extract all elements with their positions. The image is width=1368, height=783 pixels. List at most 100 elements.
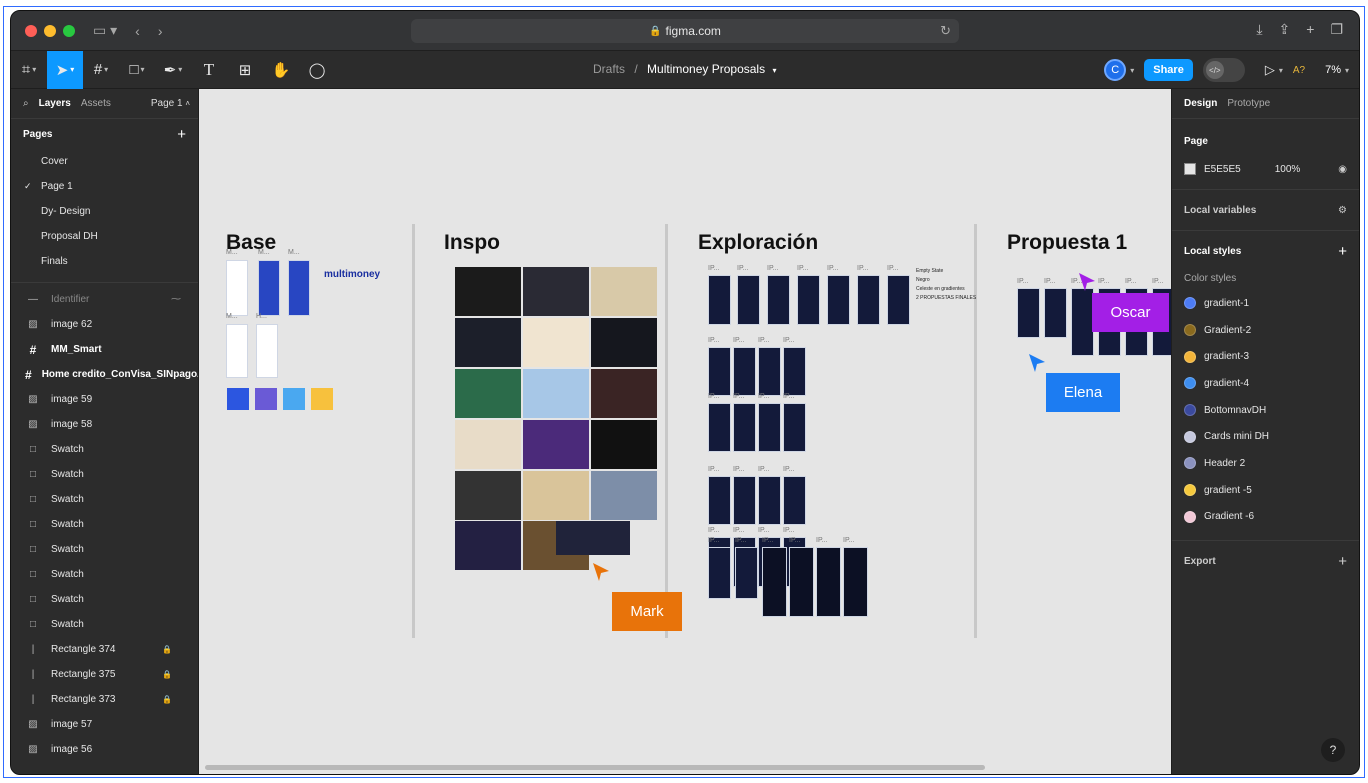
design-frame[interactable] bbox=[735, 547, 758, 599]
layer-item[interactable]: □ Swatch bbox=[11, 487, 198, 512]
dev-mode-toggle[interactable]: </> bbox=[1202, 58, 1245, 82]
layer-item[interactable]: □ Swatch bbox=[11, 537, 198, 562]
page-item[interactable]: Cover bbox=[11, 149, 198, 174]
layer-item[interactable]: # MM_Smart bbox=[11, 337, 198, 362]
add-page-icon[interactable]: + bbox=[177, 126, 186, 143]
design-frame[interactable] bbox=[708, 547, 731, 599]
layer-item[interactable]: ▨ image 57 bbox=[11, 712, 198, 737]
hand-tool-icon[interactable]: ✋ bbox=[263, 51, 299, 89]
canvas[interactable]: Base Inspo Exploración Propuesta 1 M... … bbox=[199, 89, 1171, 774]
inspo-thumbnail[interactable] bbox=[455, 267, 521, 316]
design-frame[interactable] bbox=[783, 347, 806, 396]
color-style-item[interactable]: gradient-1 bbox=[1184, 290, 1347, 317]
design-frame[interactable] bbox=[1071, 288, 1094, 356]
layer-item[interactable]: ▨ image 62 bbox=[11, 312, 198, 337]
layer-item[interactable]: ▨ image 56 bbox=[11, 737, 198, 762]
move-tool-icon[interactable]: ➤ ▾ bbox=[47, 50, 83, 89]
section-divider[interactable] bbox=[412, 224, 415, 638]
color-style-item[interactable]: gradient -5 bbox=[1184, 477, 1347, 504]
section-title-inspo[interactable]: Inspo bbox=[444, 231, 500, 255]
close-window-button[interactable] bbox=[25, 24, 37, 37]
page-opacity-value[interactable]: 100% bbox=[1275, 164, 1301, 175]
page-color-swatch[interactable] bbox=[1184, 163, 1196, 175]
design-frame[interactable] bbox=[708, 347, 731, 396]
tab-prototype[interactable]: Prototype bbox=[1227, 98, 1270, 109]
lock-icon[interactable]: 🔒 bbox=[162, 695, 172, 704]
frame-tool-icon[interactable]: # ▾ bbox=[83, 51, 119, 89]
inspo-thumbnail[interactable] bbox=[455, 471, 521, 520]
page-item[interactable]: Proposal DH bbox=[11, 224, 198, 249]
layer-item[interactable]: □ Swatch bbox=[11, 462, 198, 487]
color-style-item[interactable]: Header 2 bbox=[1184, 450, 1347, 477]
resources-icon[interactable]: ⊞ bbox=[227, 51, 263, 89]
back-arrow-icon[interactable]: ‹ bbox=[135, 23, 140, 39]
design-frame[interactable] bbox=[783, 476, 806, 525]
design-frame[interactable] bbox=[708, 275, 731, 325]
inspo-thumbnail[interactable] bbox=[591, 369, 657, 418]
file-name[interactable]: Multimoney Proposals bbox=[647, 62, 765, 76]
tab-overview-icon[interactable]: ❐ bbox=[1330, 21, 1343, 38]
design-frame[interactable] bbox=[708, 476, 731, 525]
design-frame[interactable] bbox=[767, 275, 790, 325]
color-style-item[interactable]: gradient-3 bbox=[1184, 343, 1347, 370]
download-icon[interactable]: ⤓ bbox=[1256, 21, 1262, 38]
page-item[interactable]: Dy- Design bbox=[11, 199, 198, 224]
layer-item[interactable]: □ Swatch bbox=[11, 612, 198, 637]
add-export-icon[interactable]: + bbox=[1338, 553, 1347, 570]
chevron-down-icon[interactable]: ▾ bbox=[772, 66, 776, 75]
color-style-item[interactable]: Gradient -6 bbox=[1184, 504, 1347, 531]
inspo-thumbnail[interactable] bbox=[455, 420, 521, 469]
layer-item[interactable]: □ Swatch bbox=[11, 562, 198, 587]
color-swatch[interactable] bbox=[227, 388, 249, 410]
inspo-thumbnail[interactable] bbox=[455, 369, 521, 418]
inspo-thumbnail[interactable] bbox=[591, 267, 657, 316]
design-frame[interactable] bbox=[843, 547, 868, 617]
inspo-thumbnail[interactable] bbox=[591, 420, 657, 469]
chevron-down-icon[interactable]: ▾ bbox=[1130, 66, 1134, 75]
reload-icon[interactable]: ↻ bbox=[940, 23, 951, 39]
inspo-thumbnail[interactable] bbox=[523, 420, 589, 469]
search-icon[interactable]: ⌕ bbox=[23, 98, 29, 109]
layer-item[interactable]: □ Swatch bbox=[11, 437, 198, 462]
local-variables-section[interactable]: Local variables ⚙ bbox=[1172, 190, 1359, 231]
page-background-row[interactable]: E5E5E5 100% ◉ bbox=[1184, 161, 1347, 177]
chevron-down-icon[interactable]: ▾ bbox=[1345, 66, 1349, 75]
color-swatch[interactable] bbox=[283, 388, 305, 410]
design-frame[interactable] bbox=[758, 403, 781, 452]
maximize-window-button[interactable] bbox=[63, 24, 75, 37]
forward-arrow-icon[interactable]: › bbox=[158, 23, 163, 39]
design-frame[interactable] bbox=[758, 347, 781, 396]
design-frame[interactable] bbox=[797, 275, 820, 325]
layer-item[interactable]: ▨ image 58 bbox=[11, 412, 198, 437]
text-tool-icon[interactable]: T bbox=[191, 51, 227, 89]
inspo-thumbnail[interactable] bbox=[591, 471, 657, 520]
variables-icon[interactable]: ⚙ bbox=[1338, 205, 1347, 216]
brand-logo-text[interactable]: multimoney bbox=[324, 269, 380, 280]
design-frame[interactable] bbox=[737, 275, 760, 325]
inspo-thumbnail[interactable] bbox=[523, 267, 589, 316]
color-style-item[interactable]: Cards mini DH bbox=[1184, 423, 1347, 450]
address-bar[interactable]: 🔒 figma.com ↻ bbox=[411, 19, 959, 43]
lock-icon[interactable]: 🔒 bbox=[162, 645, 172, 654]
design-frame[interactable] bbox=[758, 476, 781, 525]
inspo-thumbnail[interactable] bbox=[523, 369, 589, 418]
design-frame[interactable] bbox=[762, 547, 787, 617]
page-item[interactable]: ✓ Page 1 bbox=[11, 174, 198, 199]
layer-item[interactable]: ▨ image 59 bbox=[11, 387, 198, 412]
design-frame[interactable] bbox=[733, 476, 756, 525]
chevron-down-icon[interactable]: ▾ bbox=[1279, 66, 1283, 75]
local-variables-row[interactable]: Local variables ⚙ bbox=[1184, 202, 1347, 218]
design-frame[interactable] bbox=[816, 547, 841, 617]
tab-design[interactable]: Design bbox=[1184, 98, 1217, 109]
inspo-thumbnail[interactable] bbox=[455, 318, 521, 367]
color-swatch[interactable] bbox=[255, 388, 277, 410]
inspo-thumbnail[interactable] bbox=[523, 318, 589, 367]
base-frame[interactable] bbox=[256, 324, 278, 378]
notes[interactable]: Empty State Negro Celeste en gradientes … bbox=[916, 267, 976, 303]
design-frame[interactable] bbox=[1017, 288, 1040, 338]
inspo-thumbnail[interactable] bbox=[455, 521, 521, 570]
design-frame[interactable] bbox=[733, 403, 756, 452]
section-title-propuesta[interactable]: Propuesta 1 bbox=[1007, 231, 1127, 255]
avatar[interactable]: C bbox=[1104, 59, 1127, 81]
layer-item[interactable]: | Rectangle 373 🔒 bbox=[11, 687, 198, 712]
